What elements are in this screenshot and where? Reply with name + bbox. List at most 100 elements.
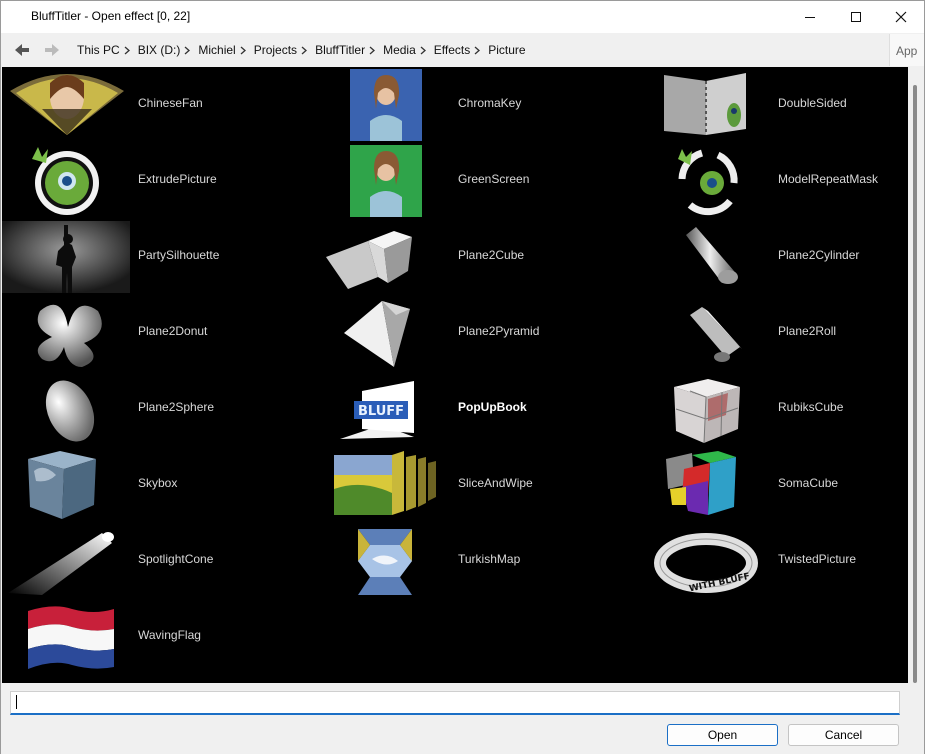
effect-label: PartySilhouette — [138, 248, 220, 262]
chevron-right-icon — [301, 46, 308, 55]
chevron-right-icon — [369, 46, 376, 55]
close-button[interactable] — [878, 1, 924, 33]
breadcrumb-item[interactable]: This PC — [77, 43, 130, 57]
effect-item-turkishmap[interactable]: TurkishMap — [322, 523, 622, 599]
alien-ring-thumbnail — [32, 147, 99, 215]
effect-item-plane2cylinder[interactable]: Plane2Cylinder — [642, 219, 925, 295]
effect-label: ModelRepeatMask — [778, 172, 879, 186]
cancel-button[interactable]: Cancel — [788, 724, 899, 746]
maximize-button[interactable] — [833, 1, 879, 33]
effects-grid: ChineseFan ChromaKey DoubleSided Extrude… — [2, 67, 908, 683]
dutch-flag-thumbnail — [28, 606, 114, 669]
title-bar: BluffTitler - Open effect [0, 22] — [1, 1, 924, 33]
effect-item-greenscreen[interactable]: GreenScreen — [322, 143, 622, 219]
text-caret — [16, 695, 17, 709]
effect-item-plane2donut[interactable]: Plane2Donut — [2, 295, 302, 371]
maximize-icon — [851, 12, 861, 22]
soma-cube-thumbnail — [666, 451, 736, 515]
effect-item-sliceandwipe[interactable]: SliceAndWipe — [322, 447, 622, 523]
sphere-thumbnail — [45, 380, 95, 442]
effect-item-wavingflag[interactable]: WavingFlag — [2, 599, 302, 675]
effect-label: SpotlightCone — [138, 552, 214, 566]
breadcrumb-item[interactable]: Media — [383, 43, 426, 57]
navigation-bar: This PC BIX (D:) Michiel Projects BluffT… — [1, 33, 924, 67]
back-button[interactable] — [13, 42, 31, 58]
spotlight-cone-thumbnail — [8, 532, 114, 595]
twisted-picture-thumbnail: WITH BLUFF — [654, 533, 758, 594]
effect-item-modelrepeatmask[interactable]: ModelRepeatMask — [642, 143, 925, 219]
chevron-right-icon — [240, 46, 246, 55]
donut-thumbnail — [37, 304, 102, 367]
cylinder-thumbnail — [686, 227, 738, 284]
breadcrumb-label: Michiel — [198, 43, 236, 57]
effect-label: WavingFlag — [138, 628, 201, 642]
breadcrumb-label: This PC — [77, 43, 120, 57]
chevron-right-icon — [184, 46, 191, 55]
turkish-map-thumbnail — [358, 529, 412, 595]
effect-item-plane2roll[interactable]: Plane2Roll — [642, 295, 925, 371]
chevron-right-icon — [420, 46, 426, 55]
breadcrumb-item[interactable]: Projects — [254, 43, 308, 57]
window-title: BluffTitler - Open effect [0, 22] — [31, 9, 191, 23]
effect-label: TurkishMap — [458, 552, 521, 566]
chevron-right-icon — [474, 46, 481, 55]
effect-item-doublesided[interactable]: DoubleSided — [642, 67, 925, 143]
app-tab[interactable]: App — [889, 34, 924, 66]
minimize-button[interactable] — [787, 1, 833, 33]
bottom-panel: Open Cancel — [1, 683, 924, 754]
effect-item-chinesefan[interactable]: ChineseFan — [2, 67, 302, 143]
effect-label: PopUpBook — [458, 400, 527, 414]
effect-item-skybox[interactable]: Skybox — [2, 447, 302, 523]
breadcrumb-item[interactable]: Michiel — [198, 43, 246, 57]
effect-item-twistedpicture[interactable]: WITH BLUFF TwistedPicture — [642, 523, 925, 599]
breadcrumb-item[interactable]: Picture — [488, 43, 525, 57]
effect-item-plane2pyramid[interactable]: Plane2Pyramid — [322, 295, 622, 371]
effect-item-plane2cube[interactable]: Plane2Cube — [322, 219, 622, 295]
effect-label: ChineseFan — [138, 96, 203, 110]
vertical-scrollbar[interactable] — [909, 67, 924, 683]
effect-item-partysilhouette[interactable]: PartySilhouette — [2, 219, 302, 295]
effect-item-somacube[interactable]: SomaCube — [642, 447, 925, 523]
effect-item-extrudepicture[interactable]: ExtrudePicture — [2, 143, 302, 219]
breadcrumb-label: BluffTitler — [315, 43, 366, 57]
effect-label: SomaCube — [778, 476, 839, 490]
effect-label: Plane2Cube — [458, 248, 525, 262]
woman-green-thumbnail — [350, 145, 422, 217]
fan-thumbnail — [10, 74, 124, 135]
open-effect-dialog: BluffTitler - Open effect [0, 22] This P… — [0, 0, 925, 754]
effect-label: RubiksCube — [778, 400, 844, 414]
effect-item-chromakey[interactable]: ChromaKey — [322, 67, 622, 143]
effect-item-spotlightcone[interactable]: SpotlightCone — [2, 523, 302, 599]
effect-label: ChromaKey — [458, 96, 522, 110]
effect-label: GreenScreen — [458, 172, 530, 186]
forward-button[interactable] — [43, 42, 61, 58]
open-button[interactable]: Open — [667, 724, 778, 746]
chevron-right-icon — [124, 46, 130, 55]
book-thumbnail — [664, 73, 746, 135]
effect-label: SliceAndWipe — [458, 476, 533, 490]
woman-blue-thumbnail — [350, 69, 422, 141]
breadcrumb-label: Effects — [433, 43, 471, 57]
breadcrumb-item[interactable]: BIX (D:) — [138, 43, 191, 57]
scroll-thumb[interactable] — [913, 85, 917, 683]
slice-wipe-thumbnail — [334, 451, 436, 515]
breadcrumb-label: Media — [383, 43, 416, 57]
filename-input[interactable] — [10, 691, 900, 715]
arrow-right-icon — [45, 44, 59, 56]
app-icon — [11, 9, 27, 25]
close-icon — [895, 11, 907, 23]
silhouette-thumbnail — [2, 221, 130, 293]
breadcrumb-item[interactable]: Effects — [433, 43, 481, 57]
arrow-left-icon — [15, 44, 29, 56]
effect-label: Plane2Donut — [138, 324, 208, 338]
svg-text:BLUFF: BLUFF — [358, 404, 404, 419]
effect-label: TwistedPicture — [778, 552, 857, 566]
effect-item-popupbook[interactable]: BLUFF PopUpBook — [322, 371, 622, 447]
effect-item-rubikscube[interactable]: RubiksCube — [642, 371, 925, 447]
effect-label: Plane2Pyramid — [458, 324, 540, 338]
breadcrumb-label: Picture — [488, 43, 526, 57]
effect-label: ExtrudePicture — [138, 172, 217, 186]
effect-item-plane2sphere[interactable]: Plane2Sphere — [2, 371, 302, 447]
skybox-thumbnail — [28, 451, 96, 519]
breadcrumb-item[interactable]: BluffTitler — [315, 43, 376, 57]
